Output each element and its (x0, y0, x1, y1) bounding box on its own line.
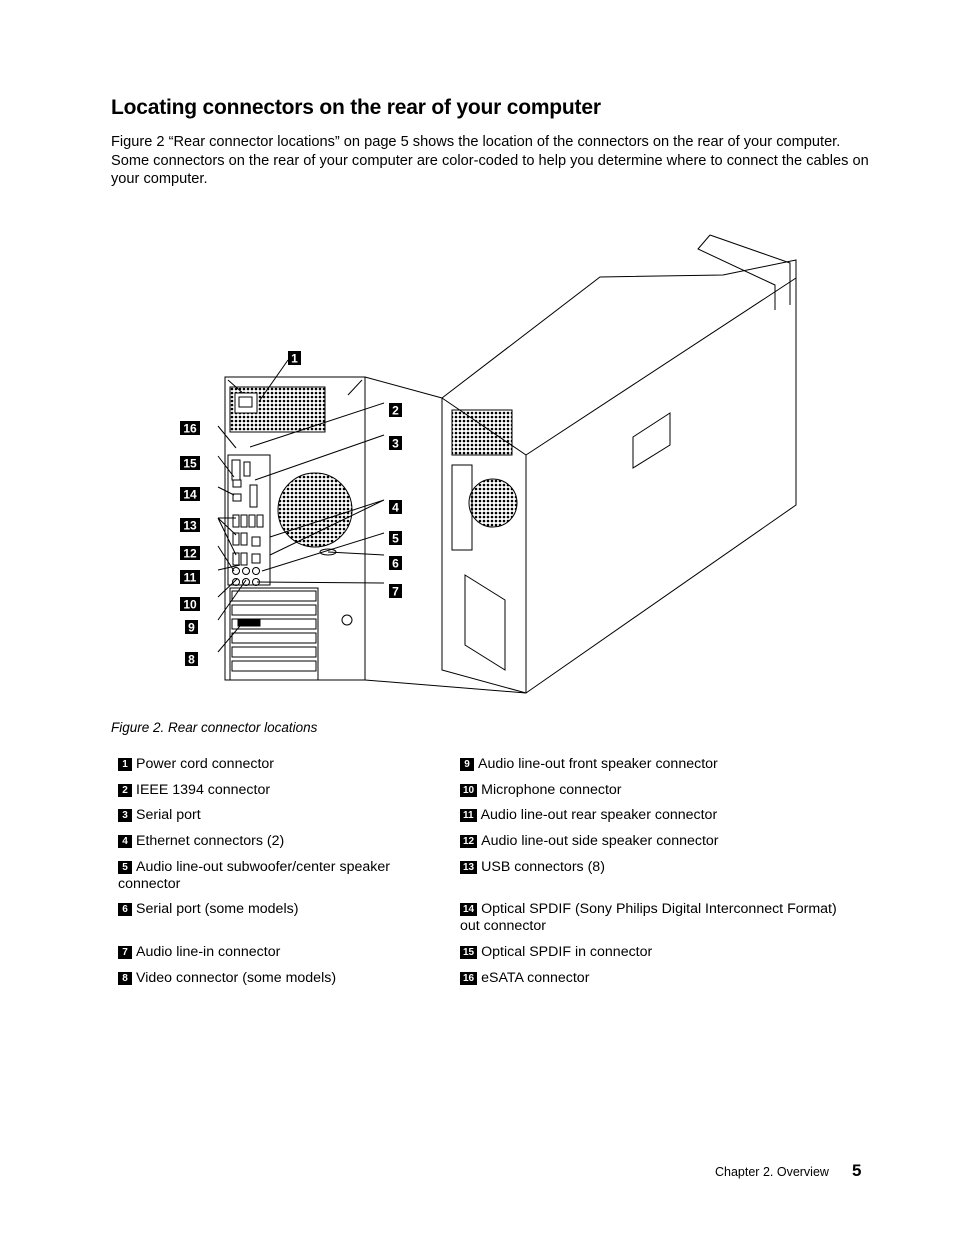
callout-label-11: 11 (184, 571, 197, 585)
callout-label-14: 14 (183, 488, 197, 502)
footer-chapter: Chapter 2. Overview (715, 1165, 829, 1179)
callout-label-16: 16 (183, 422, 197, 436)
callout-label-9: 9 (188, 621, 195, 635)
callout-badge: 5 (118, 861, 132, 874)
legend-item: 14 Optical SPDIF (Sony Philips Digital In… (460, 901, 850, 935)
intro-paragraph: Figure 2 “Rear connector locations” on p… (111, 134, 869, 188)
legend-item: 1 Power cord connector (118, 756, 468, 773)
legend-text: Optical SPDIF (Sony Philips Digital Inte… (460, 901, 837, 934)
legend-text: Serial port (some models) (136, 901, 299, 917)
legend-text: Ethernet connectors (2) (136, 833, 285, 849)
callout-label-15: 15 (183, 457, 197, 471)
callout-badge: 3 (118, 809, 132, 822)
legend-item: 11 Audio line-out rear speaker connector (460, 807, 860, 824)
callout-label-1: 1 (291, 352, 298, 366)
section-title: Locating connectors on the rear of your … (111, 96, 601, 119)
callout-badge: 16 (460, 972, 478, 985)
callout-badge: 6 (118, 903, 132, 916)
fan-grille (277, 472, 353, 548)
legend-item: 6 Serial port (some models) (118, 901, 468, 918)
expansion-slots (231, 590, 317, 672)
callout-badge: 14 (460, 903, 478, 916)
callout-badge: 1 (118, 758, 132, 771)
callout-badge: 2 (118, 784, 132, 797)
legend-text: Microphone connector (481, 782, 622, 798)
callout-badge: 9 (460, 758, 474, 771)
legend-item: 5 Audio line-out subwoofer/center speaker… (118, 859, 408, 893)
legend-text: eSATA connector (481, 970, 590, 986)
callout-badge: 15 (460, 946, 478, 959)
callout-label-3: 3 (392, 437, 399, 451)
rear-connector-figure: 12345678910111213141516 (180, 234, 797, 694)
legend-text: Video connector (some models) (136, 970, 337, 986)
legend-item: 16 eSATA connector (460, 970, 860, 987)
callout-badge: 7 (118, 946, 132, 959)
callout-badge: 8 (118, 972, 132, 985)
callout-badge: 4 (118, 835, 132, 848)
legend-text: Power cord connector (136, 756, 275, 772)
legend-text: Audio line-out rear speaker connector (480, 807, 718, 823)
legend-text: Audio line-out subwoofer/center speaker … (118, 859, 390, 892)
callout-label-13: 13 (183, 519, 197, 533)
callout-badge: 12 (460, 835, 478, 848)
legend-text: USB connectors (8) (481, 859, 605, 875)
legend-item: 7 Audio line-in connector (118, 944, 468, 961)
callout-badge: 13 (460, 861, 478, 874)
legend-item: 15 Optical SPDIF in connector (460, 944, 860, 961)
figure-caption: Figure 2. Rear connector locations (111, 720, 318, 735)
legend-item: 2 IEEE 1394 connector (118, 782, 468, 799)
callout-label-4: 4 (392, 501, 399, 515)
legend-text: Audio line-out side speaker connector (481, 833, 719, 849)
legend-item: 8 Video connector (some models) (118, 970, 468, 987)
legend-text: Optical SPDIF in connector (481, 944, 653, 960)
legend-item: 9 Audio line-out front speaker connector (460, 756, 860, 773)
callout-badge: 11 (460, 809, 477, 822)
callout-label-7: 7 (392, 585, 399, 599)
legend-text: IEEE 1394 connector (136, 782, 271, 798)
legend-item: 12 Audio line-out side speaker connector (460, 833, 860, 850)
callout-badge: 10 (460, 784, 478, 797)
legend-item: 3 Serial port (118, 807, 468, 824)
legend-item: 10 Microphone connector (460, 782, 860, 799)
callout-label-5: 5 (392, 532, 399, 546)
legend-text: Audio line-out front speaker connector (478, 756, 718, 772)
tower-outline (441, 259, 797, 694)
callout-label-8: 8 (188, 653, 195, 667)
legend-text: Audio line-in connector (136, 944, 281, 960)
legend-item: 4 Ethernet connectors (2) (118, 833, 468, 850)
legend-item: 13 USB connectors (8) (460, 859, 860, 876)
callout-label-12: 12 (183, 547, 197, 561)
callout-label-2: 2 (392, 404, 399, 418)
legend-text: Serial port (136, 807, 201, 823)
page-number: 5 (852, 1161, 862, 1180)
callout-label-10: 10 (183, 598, 197, 612)
callout-label-6: 6 (392, 557, 399, 571)
